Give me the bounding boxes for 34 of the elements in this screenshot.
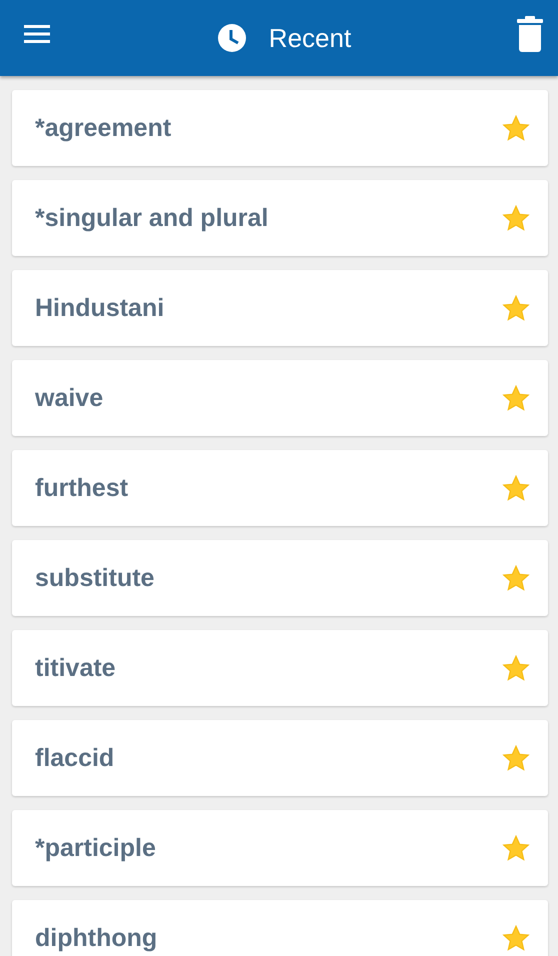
screen-title: Recent: [268, 22, 352, 54]
word-text: waive: [35, 384, 104, 412]
star-icon[interactable]: [502, 204, 530, 232]
word-text: flaccid: [35, 744, 114, 772]
star-icon[interactable]: [502, 114, 530, 142]
word-card[interactable]: flaccid: [12, 720, 548, 796]
word-card[interactable]: Hindustani: [12, 270, 548, 346]
word-text: Hindustani: [35, 294, 164, 322]
clock-icon: [216, 23, 247, 53]
word-text: *agreement: [35, 114, 172, 142]
star-icon[interactable]: [502, 564, 530, 592]
word-text: substitute: [35, 564, 154, 592]
word-card[interactable]: *agreement: [12, 90, 548, 166]
word-text: *participle: [35, 834, 156, 862]
word-card[interactable]: titivate: [12, 630, 548, 706]
word-text: titivate: [35, 654, 116, 682]
star-icon[interactable]: [502, 294, 530, 322]
word-card[interactable]: *singular and plural: [12, 180, 548, 256]
word-card[interactable]: furthest: [12, 450, 548, 526]
word-card[interactable]: substitute: [12, 540, 548, 616]
word-text: diphthong: [35, 924, 158, 952]
star-icon[interactable]: [502, 924, 530, 952]
star-icon[interactable]: [502, 834, 530, 862]
word-card[interactable]: *participle: [12, 810, 548, 886]
delete-icon[interactable]: [516, 16, 544, 52]
word-text: *singular and plural: [35, 204, 268, 232]
star-icon[interactable]: [502, 384, 530, 412]
star-icon[interactable]: [502, 654, 530, 682]
word-text: furthest: [35, 474, 128, 502]
word-card[interactable]: diphthong: [12, 900, 548, 956]
word-card[interactable]: waive: [12, 360, 548, 436]
star-icon[interactable]: [502, 474, 530, 502]
star-icon[interactable]: [502, 744, 530, 772]
menu-icon[interactable]: [22, 22, 52, 46]
